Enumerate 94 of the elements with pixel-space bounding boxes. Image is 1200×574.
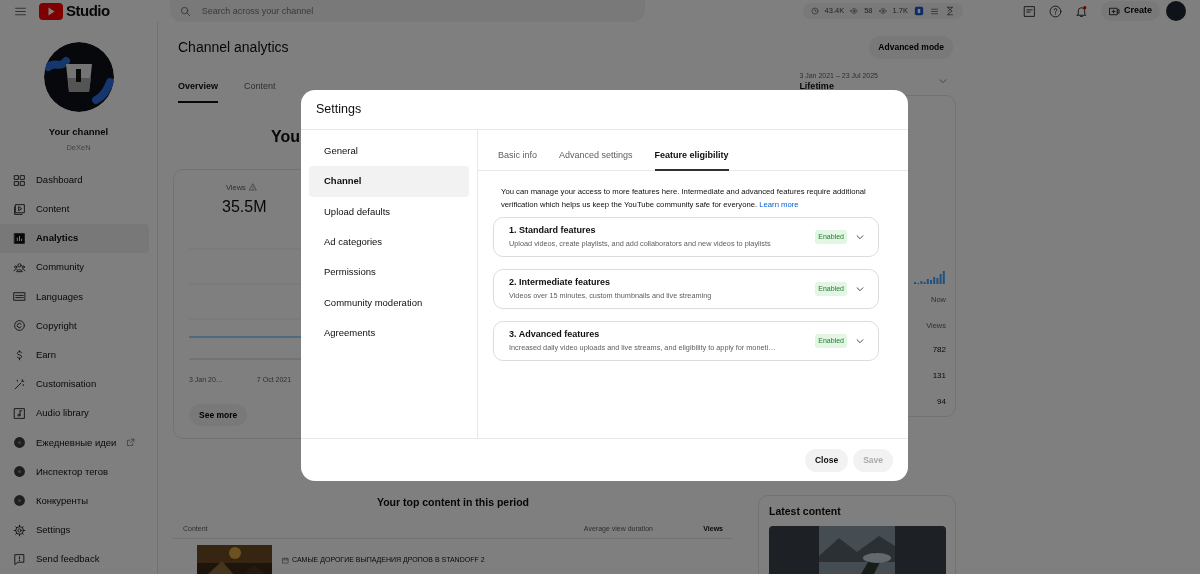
dialog-title: Settings (316, 101, 362, 119)
sidebar-item-label: Copyright (36, 318, 77, 333)
close-button[interactable]: Close (805, 448, 849, 472)
tab[interactable]: Overview (178, 70, 219, 104)
sidebar-item[interactable]: Send feedback (0, 544, 149, 574)
copyright-icon (13, 319, 26, 333)
sidebar-item-label: Send feedback (36, 552, 100, 567)
dashboard-icon (13, 173, 26, 187)
settings-nav-item[interactable]: Community moderation (309, 287, 469, 318)
section-heading: You (271, 126, 301, 147)
create-button[interactable]: Create (1101, 1, 1160, 21)
sidebar-item[interactable]: Analytics (0, 223, 149, 253)
channel-avatar[interactable] (43, 42, 114, 112)
sidebar-item[interactable]: Ежедневные идеи (0, 428, 149, 458)
magic-wand-icon (13, 377, 26, 391)
feedback-icon (13, 552, 26, 566)
period-label: Lifetime (799, 81, 835, 92)
chevron-down-icon[interactable] (855, 232, 865, 242)
sidebar-item-label: Languages (36, 289, 84, 304)
channel-title: Your channel (47, 125, 110, 139)
see-more-button[interactable]: See more (189, 403, 248, 427)
sidebar-item[interactable]: Audio library (0, 398, 149, 429)
section-heading: Your top content in this period (375, 494, 530, 510)
settings-nav-item[interactable]: Agreements (309, 317, 469, 349)
music-note-icon (13, 406, 26, 420)
sidebar-item[interactable]: Copyright (0, 311, 149, 341)
metric-value: 35.5M (222, 197, 267, 217)
views-count: 94 (937, 396, 946, 409)
card-title: Latest content (769, 503, 842, 519)
analytics-icon (13, 231, 26, 245)
sidebar-item[interactable]: Customisation (0, 369, 149, 399)
sidebar-item[interactable]: Languages (0, 282, 149, 312)
people-icon (13, 261, 26, 275)
sidebar-item-label: Community (36, 260, 85, 275)
subtitles-icon (13, 290, 26, 304)
sidebar-item-label: Analytics (36, 231, 79, 246)
sidebar-item-label: Settings (36, 523, 71, 537)
chevron-down-icon[interactable] (855, 336, 865, 346)
sidebar-item-label: Dashboard (36, 172, 83, 187)
views-count: 131 (932, 370, 946, 383)
eye-icon (878, 7, 887, 15)
video-icon (13, 202, 26, 216)
avatar[interactable] (1166, 1, 1186, 21)
captions-icon[interactable] (1023, 4, 1036, 18)
settings-nav-item[interactable]: Permissions (309, 257, 469, 288)
sidebar-item[interactable]: Earn (0, 340, 149, 370)
settings-nav-item[interactable]: General (309, 136, 469, 167)
settings-nav-item[interactable]: Channel (309, 166, 469, 197)
sidebar-item-label: Конкуренты (36, 493, 88, 508)
page-title: Channel analytics (178, 37, 289, 57)
sidebar-item-label: Customisation (36, 377, 97, 392)
feature-title: 1. Standard features (509, 223, 597, 237)
sidebar-item[interactable]: Community (0, 253, 149, 283)
tab[interactable]: Feature eligibility (654, 130, 729, 171)
feature-title: 3. Advanced features (509, 327, 601, 341)
sidebar-item[interactable]: Content (0, 194, 149, 224)
sidebar-item[interactable]: Settings (0, 515, 149, 545)
sidebar-item[interactable]: Конкуренты (0, 486, 149, 516)
play-logo-icon (39, 2, 63, 20)
sidebar-item-label: Content (36, 202, 70, 217)
extension-icon[interactable] (914, 6, 924, 16)
chevron-down-icon[interactable] (938, 76, 948, 86)
clock-icon (810, 7, 819, 15)
notification-bell-icon[interactable] (1075, 4, 1088, 18)
settings-icon (13, 523, 26, 537)
feature-title: 2. Intermediate features (509, 275, 612, 289)
sidebar-item-label: Ежедневные идеи (36, 435, 117, 450)
extension-icon (13, 465, 26, 479)
warning-icon (248, 183, 257, 192)
sidebar-item[interactable]: Dashboard (0, 165, 149, 195)
help-icon[interactable] (1049, 4, 1062, 18)
sidebar-item[interactable]: Инспектор тегов (0, 457, 149, 487)
settings-nav-item[interactable]: Upload defaults (309, 196, 469, 227)
sidebar-item-label: Инспектор тегов (36, 464, 109, 479)
hourglass-icon[interactable] (945, 6, 955, 16)
chevron-down-icon[interactable] (855, 284, 865, 294)
extension-icon (13, 436, 26, 450)
advanced-mode-button[interactable]: Advanced mode (869, 36, 953, 59)
tab[interactable]: Basic info (498, 130, 538, 171)
eye-icon (850, 7, 859, 15)
views-count: 782 (932, 344, 946, 357)
views-sparkline (914, 269, 946, 284)
sidebar-item-label: Audio library (36, 406, 89, 421)
calendar-icon (282, 556, 289, 564)
tab[interactable]: Advanced settings (559, 130, 633, 171)
tab[interactable]: Content (244, 70, 276, 104)
search-icon (179, 5, 191, 17)
extension-icon (13, 494, 26, 508)
settings-nav-item[interactable]: Ad categories (309, 226, 469, 258)
add-video-icon (1109, 5, 1120, 17)
studio-logo-text: Studio (66, 0, 110, 21)
list-icon[interactable] (930, 6, 939, 16)
external-link-icon[interactable] (126, 438, 136, 448)
sidebar-item-label: Earn (36, 348, 57, 362)
